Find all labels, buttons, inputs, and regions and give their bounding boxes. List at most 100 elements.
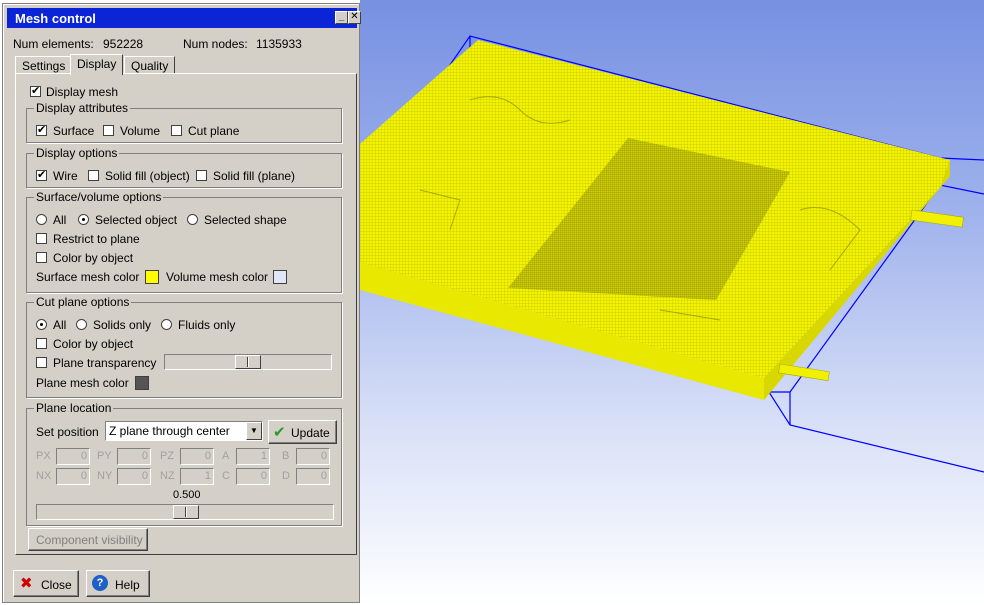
surface-mesh-color-swatch[interactable] — [145, 270, 159, 284]
sv-color-by-object-checkbox[interactable] — [36, 252, 47, 263]
update-label: Update — [291, 426, 330, 440]
close-icon: ✖ — [20, 575, 33, 592]
title-bar[interactable]: Mesh control _ ✕ — [7, 8, 361, 28]
solid-fill-plane-checkbox[interactable] — [196, 170, 207, 181]
pipe-right — [910, 209, 964, 228]
sv-all-label: All — [53, 213, 67, 227]
field-label-a: A — [222, 450, 230, 462]
field-input-nx[interactable]: 0 — [56, 468, 90, 485]
plane-mesh-color-swatch[interactable] — [135, 376, 149, 390]
close-x-button[interactable]: ✕ — [348, 11, 361, 24]
minimize-button[interactable]: _ — [335, 11, 348, 24]
display-attributes-title: Display attributes — [34, 101, 131, 115]
plane-location-title: Plane location — [34, 401, 114, 415]
help-icon: ? — [92, 575, 108, 591]
chevron-down-icon[interactable]: ▼ — [246, 422, 262, 440]
help-button[interactable]: ? Help — [86, 570, 150, 597]
checkmark-icon: ✔ — [273, 424, 286, 441]
field-label-nz: NZ — [160, 470, 175, 482]
tab-display[interactable]: Display — [70, 54, 124, 75]
component-visibility-button[interactable]: Component visibility — [28, 528, 148, 551]
slider-value: 0.500 — [173, 489, 201, 501]
field-input-px[interactable]: 0 — [56, 448, 90, 465]
pipe-front — [778, 363, 830, 381]
surface-label: Surface — [53, 124, 95, 138]
solids-only-label: Solids only — [93, 318, 152, 332]
sv-color-by-object-label: Color by object — [53, 251, 134, 265]
solid-fill-object-label: Solid fill (object) — [105, 169, 190, 183]
wire-checkbox[interactable]: ✔ — [36, 170, 47, 181]
mesh-control-dialog: Mesh control _ ✕ Num elements: 952228 Nu… — [2, 3, 361, 603]
sv-all-radio[interactable] — [36, 214, 47, 225]
surface-volume-options-title: Surface/volume options — [34, 190, 164, 204]
volume-mesh-color-label: Volume mesh color — [166, 270, 269, 284]
surface-checkbox[interactable]: ✔ — [36, 125, 47, 136]
selected-shape-label: Selected shape — [204, 213, 287, 227]
tab-settings[interactable]: Settings — [15, 56, 73, 74]
field-input-ny[interactable]: 0 — [117, 468, 151, 485]
field-label-px: PX — [36, 450, 51, 462]
surface-mesh-color-label: Surface mesh color — [36, 270, 140, 284]
display-tab-pane: ✔ Display mesh Display attributes ✔ Surf… — [15, 73, 357, 555]
cut-plane-checkbox[interactable] — [171, 125, 182, 136]
cut-plane-options-title: Cut plane options — [34, 295, 132, 309]
selected-shape-radio[interactable] — [187, 214, 198, 225]
set-position-label: Set position — [36, 425, 99, 439]
wire-label: Wire — [53, 169, 78, 183]
num-elements-value: 952228 — [103, 37, 144, 51]
cp-all-radio[interactable] — [36, 319, 47, 330]
field-input-pz[interactable]: 0 — [180, 448, 214, 465]
set-position-value: Z plane through center — [109, 424, 230, 438]
field-label-b: B — [282, 450, 290, 462]
plane-transparency-label: Plane transparency — [53, 356, 157, 370]
component-visibility-label: Component visibility — [36, 533, 143, 547]
restrict-to-plane-label: Restrict to plane — [53, 232, 140, 246]
cp-all-label: All — [53, 318, 67, 332]
field-input-c[interactable]: 0 — [236, 468, 270, 485]
cp-color-by-object-label: Color by object — [53, 337, 134, 351]
restrict-to-plane-checkbox[interactable] — [36, 233, 47, 244]
plane-transparency-checkbox[interactable] — [36, 357, 47, 368]
tab-quality[interactable]: Quality — [124, 56, 176, 74]
help-label: Help — [115, 578, 140, 592]
set-position-select[interactable]: Z plane through center ▼ — [105, 421, 263, 441]
field-input-b[interactable]: 0 — [296, 448, 330, 465]
num-nodes-value: 1135933 — [256, 37, 302, 51]
num-elements-label: Num elements: — [13, 37, 94, 51]
selected-object-radio[interactable] — [78, 214, 89, 225]
volume-label: Volume — [120, 124, 161, 138]
plane-position-slider[interactable] — [36, 504, 334, 520]
close-button[interactable]: ✖ Close — [13, 570, 79, 597]
field-label-ny: NY — [97, 470, 113, 482]
field-input-nz[interactable]: 1 — [180, 468, 214, 485]
cut-plane-label: Cut plane — [188, 124, 240, 138]
field-input-py[interactable]: 0 — [117, 448, 151, 465]
field-label-py: PY — [97, 450, 112, 462]
plane-transparency-slider[interactable] — [164, 354, 332, 370]
close-label: Close — [41, 578, 72, 592]
num-nodes-label: Num nodes: — [183, 37, 248, 51]
field-label-c: C — [222, 470, 230, 482]
update-button[interactable]: ✔ Update — [268, 420, 337, 444]
fluids-only-label: Fluids only — [178, 318, 236, 332]
solid-fill-plane-label: Solid fill (plane) — [213, 169, 296, 183]
volume-mesh-color-swatch[interactable] — [273, 270, 287, 284]
selected-object-label: Selected object — [95, 213, 178, 227]
solid-fill-object-checkbox[interactable] — [88, 170, 99, 181]
field-input-d[interactable]: 0 — [296, 468, 330, 485]
plane-position-thumb[interactable] — [173, 505, 199, 519]
dialog-title: Mesh control — [15, 11, 96, 26]
field-input-a[interactable]: 1 — [236, 448, 270, 465]
fluids-only-radio[interactable] — [161, 319, 172, 330]
field-label-d: D — [282, 470, 290, 482]
plane-transparency-thumb[interactable] — [235, 355, 261, 369]
cp-color-by-object-checkbox[interactable] — [36, 338, 47, 349]
mesh-render — [360, 35, 984, 473]
plane-mesh-color-label: Plane mesh color — [36, 376, 129, 390]
field-label-pz: PZ — [160, 450, 175, 462]
display-mesh-checkbox[interactable]: ✔ — [30, 86, 41, 97]
mesh-viewport[interactable] — [360, 0, 984, 605]
volume-checkbox[interactable] — [103, 125, 114, 136]
display-options-title: Display options — [34, 146, 120, 160]
solids-only-radio[interactable] — [76, 319, 87, 330]
